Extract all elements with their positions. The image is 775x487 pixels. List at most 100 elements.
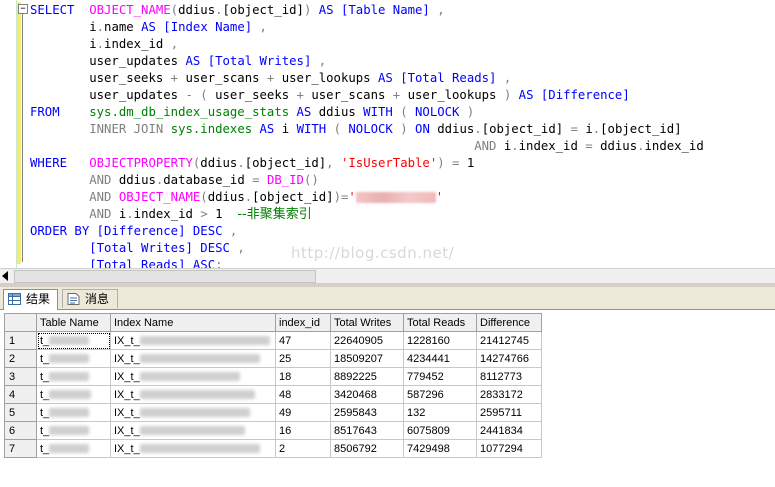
sql-code[interactable]: SELECT OBJECT_NAME(ddius.[object_id]) AS… [30, 2, 704, 268]
column-header-total-reads[interactable]: Total Reads [403, 313, 477, 332]
cell-total-writes[interactable]: 3420468 [330, 385, 404, 404]
cell-index-id[interactable]: 25 [275, 349, 331, 368]
cell-total-reads[interactable]: 1228160 [403, 331, 477, 350]
code-token: ( [333, 122, 341, 136]
cell-total-reads[interactable]: 779452 [403, 367, 477, 386]
table-row[interactable]: 4 t_ IX_t_ 48 3420468 587296 2833172 [4, 385, 542, 404]
cell-index-name-text: IX_t_ [114, 424, 140, 437]
row-number[interactable]: 6 [4, 421, 37, 440]
row-number[interactable]: 3 [4, 367, 37, 386]
cell-total-writes[interactable]: 8506792 [330, 439, 404, 458]
table-row[interactable]: 6 t_ IX_t_ 16 8517643 6075809 2441834 [4, 421, 542, 440]
cell-difference[interactable]: 1077294 [476, 439, 542, 458]
cell-total-reads-text: 779452 [407, 370, 444, 383]
code-token: sys.dm_db_index_usage_stats [89, 105, 290, 119]
cell-index-id[interactable]: 18 [275, 367, 331, 386]
cell-index-name[interactable]: IX_t_ [110, 421, 276, 440]
cell-total-writes-text: 2595843 [334, 406, 377, 419]
code-token: OBJECTPROPERTY [89, 156, 193, 170]
cell-total-writes[interactable]: 8892225 [330, 367, 404, 386]
scrollbar-thumb[interactable] [14, 270, 316, 283]
code-token: [Index Name] [163, 20, 253, 34]
cell-difference-text: 2441834 [480, 424, 523, 437]
code-token: OBJECT_NAME [89, 3, 171, 17]
row-number-text: 4 [9, 388, 16, 401]
cell-total-reads-text: 7429498 [407, 442, 450, 455]
cell-difference[interactable]: 2441834 [476, 421, 542, 440]
redacted-text [49, 444, 90, 454]
cell-total-reads[interactable]: 7429498 [403, 439, 477, 458]
results-grid[interactable]: Table Name Index Name index_id Total Wri… [4, 313, 542, 458]
row-number[interactable]: 4 [4, 385, 37, 404]
cell-difference[interactable]: 2595711 [476, 403, 542, 422]
code-line: FROM sys.dm_db_index_usage_stats AS ddiu… [30, 104, 704, 121]
row-number[interactable]: 7 [4, 439, 37, 458]
cell-index-name[interactable]: IX_t_ [110, 349, 276, 368]
tab-results[interactable]: 结果 [3, 289, 58, 310]
cell-difference[interactable]: 21412745 [476, 331, 542, 350]
code-line: SELECT OBJECT_NAME(ddius.[object_id]) AS… [30, 2, 704, 19]
tab-messages[interactable]: 消息 [62, 289, 118, 308]
code-token: WITH [296, 122, 327, 136]
grid-corner-cell[interactable] [4, 313, 37, 332]
code-token: . [237, 156, 245, 170]
code-token: . [126, 207, 134, 221]
cell-table-name[interactable]: t_ [36, 385, 111, 404]
cell-table-name[interactable]: t_ [36, 367, 111, 386]
row-number[interactable]: 1 [4, 331, 37, 350]
cell-index-id[interactable]: 2 [275, 439, 331, 458]
cell-index-name[interactable]: IX_t_ [110, 439, 276, 458]
column-header-difference[interactable]: Difference [476, 313, 542, 332]
cell-table-name[interactable]: t_ [36, 439, 111, 458]
cell-index-id[interactable]: 49 [275, 403, 331, 422]
code-token: ) [437, 156, 445, 170]
cell-total-writes[interactable]: 22640905 [330, 331, 404, 350]
cell-table-name[interactable]: t_ [36, 421, 111, 440]
column-header-index-id[interactable]: index_id [275, 313, 331, 332]
code-token: ddius [207, 190, 245, 204]
cell-index-id[interactable]: 47 [275, 331, 331, 350]
cell-index-name[interactable]: IX_t_ [110, 367, 276, 386]
sql-editor[interactable]: − SELECT OBJECT_NAME(ddius.[object_id]) … [0, 0, 775, 268]
cell-total-writes[interactable]: 2595843 [330, 403, 404, 422]
collapse-toggle-icon[interactable]: − [18, 4, 28, 14]
column-header-table-name[interactable]: Table Name [36, 313, 111, 332]
cell-index-name[interactable]: IX_t_ [110, 403, 276, 422]
column-header-index-name[interactable]: Index Name [110, 313, 276, 332]
cell-index-id[interactable]: 48 [275, 385, 331, 404]
cell-total-reads[interactable]: 4234441 [403, 349, 477, 368]
row-number[interactable]: 2 [4, 349, 37, 368]
code-token: , [170, 37, 179, 51]
cell-table-name[interactable]: t_ [36, 403, 111, 422]
cell-total-writes[interactable]: 18509207 [330, 349, 404, 368]
cell-index-name[interactable]: IX_t_ [110, 331, 276, 350]
cell-table-name[interactable]: t_ [36, 349, 111, 368]
cell-index-id[interactable]: 16 [275, 421, 331, 440]
cell-total-reads[interactable]: 587296 [403, 385, 477, 404]
cell-difference-text: 1077294 [480, 442, 523, 455]
table-row[interactable]: 3 t_ IX_t_ 18 8892225 779452 8112773 [4, 367, 542, 386]
scroll-left-arrow-icon[interactable] [2, 271, 8, 281]
row-number[interactable]: 5 [4, 403, 37, 422]
table-row[interactable]: 1 t_ IX_t_ 47 22640905 1228160 21412745 [4, 331, 542, 350]
cell-total-reads[interactable]: 6075809 [403, 421, 477, 440]
cell-difference[interactable]: 14274766 [476, 349, 542, 368]
code-line: user_updates AS [Total Writes] , [30, 53, 704, 70]
table-row[interactable]: 2 t_ IX_t_ 25 18509207 4234441 14274766 [4, 349, 542, 368]
table-row[interactable]: 5 t_ IX_t_ 49 2595843 132 2595711 [4, 403, 542, 422]
code-token: name [104, 20, 142, 34]
code-token: DESC [200, 241, 230, 255]
cell-index-name[interactable]: IX_t_ [110, 385, 276, 404]
cell-total-reads[interactable]: 132 [403, 403, 477, 422]
table-row[interactable]: 7 t_ IX_t_ 2 8506792 7429498 1077294 [4, 439, 542, 458]
code-token: [object_id] [222, 3, 304, 17]
cell-total-writes[interactable]: 8517643 [330, 421, 404, 440]
cell-difference[interactable]: 8112773 [476, 367, 542, 386]
code-token: AND [89, 207, 112, 221]
column-header-total-writes[interactable]: Total Writes [330, 313, 404, 332]
cell-table-name[interactable]: t_ [36, 331, 111, 350]
cell-difference[interactable]: 2833172 [476, 385, 542, 404]
editor-horizontal-scrollbar[interactable] [0, 268, 775, 283]
